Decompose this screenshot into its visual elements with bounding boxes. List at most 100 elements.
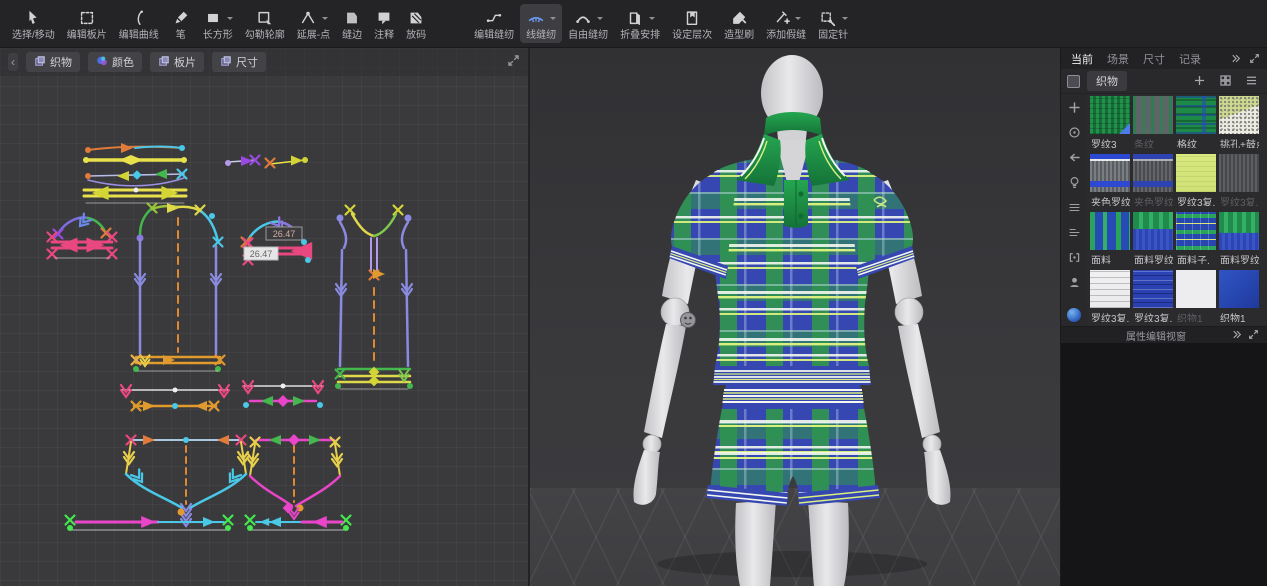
grading-icon [406,8,426,28]
tool-label: 编辑板片 [67,30,107,41]
chevron-down-icon [322,17,328,23]
tool-edit-sewing[interactable]: 编辑缝纫 [468,4,520,43]
tool-line-sewing[interactable]: 线缝纫 [520,4,562,43]
tool-fold-arrange[interactable]: 折叠安排 [614,4,666,43]
tool-grading[interactable]: 放码 [400,4,432,43]
pattern-piece-hem-bands[interactable] [66,516,351,532]
fold-arrange-icon [625,8,645,28]
pattern-piece-small-bands[interactable] [225,156,308,168]
tool-fixed-pin[interactable]: 固定针 [812,4,854,43]
tab-right-size[interactable]: 尺寸 [1137,49,1171,69]
tool-add-basting[interactable]: 添加假缝 [760,4,812,43]
fabric-swatch[interactable] [1090,96,1130,134]
pattern-piece-shorts-back[interactable] [248,434,342,519]
pattern-piece-sleeve-right[interactable]: 26.47 26.47 [242,217,313,264]
list-view-button[interactable] [1242,74,1261,88]
fabric-swatch[interactable] [1219,96,1259,134]
tool-edit-pattern[interactable]: 编辑板片 [61,4,113,43]
fabric-swatch[interactable] [1090,270,1130,308]
fabric-swatch[interactable] [1219,270,1259,308]
panel-tool-bulb-icon[interactable] [1066,175,1082,191]
tool-edit-curve[interactable]: 编辑曲线 [113,4,165,43]
fabric-tool-strip [1061,94,1087,326]
style-brush-icon [729,8,749,28]
tool-trace-outline[interactable]: 勾勒轮廓 [239,4,291,43]
fabric-swatch[interactable] [1133,212,1173,250]
panel-tool-target-icon[interactable] [1066,125,1082,141]
panel-tool-plus-icon[interactable] [1066,100,1082,116]
panel-tool-needle-icon[interactable] [1066,150,1082,166]
fabric-swatch[interactable] [1219,212,1259,250]
fabric-swatch-cell: 织物1 [1219,270,1259,326]
fabric-swatch-label: 夹色罗纹 [1091,194,1130,206]
tab-2d-pattern[interactable]: 板片 [150,52,204,72]
pattern-workspace[interactable]: 26.47 26.47 [0,76,528,585]
collapse-panel-button[interactable]: ‹ [8,53,18,71]
pattern-piece-waistbands[interactable] [121,381,323,411]
tool-set-layer[interactable]: 设定层次 [666,4,718,43]
tool-label: 折叠安排 [620,30,660,41]
viewport-3d[interactable] [530,48,1060,586]
add-fabric-button[interactable] [1190,74,1209,88]
tab-right-record[interactable]: 记录 [1173,49,1207,69]
fabric-swatch-label: 挑孔+鼓点 [1220,136,1259,148]
chevrons-right-icon[interactable] [1227,52,1244,66]
line-sewing-icon [526,8,546,28]
panel-tool-person-icon[interactable] [1066,275,1082,291]
pen-icon [171,8,191,28]
fabric-swatch[interactable] [1133,154,1173,192]
fabric-swatch[interactable] [1133,96,1173,134]
fabric-swatch-cell: 面料罗纹 [1133,212,1173,268]
fabric-swatch[interactable] [1090,154,1130,192]
fabric-swatch[interactable] [1133,270,1173,308]
panel-tool-rows2-icon[interactable] [1066,225,1082,241]
tool-label: 自由缝纫 [568,30,608,41]
expand-panel-icon[interactable] [1246,52,1263,66]
tool-seam-edge[interactable]: 缝边 [336,4,368,43]
tool-select-move[interactable]: 选择/移动 [6,4,61,43]
pattern-piece-bodice-front[interactable] [132,203,225,372]
tool-rectangle[interactable]: 长方形 [197,4,239,43]
fabric-section-title[interactable]: 织物 [1087,71,1127,91]
pattern-piece-sleeve-left[interactable] [48,214,117,259]
fabric-swatch[interactable] [1176,212,1216,250]
pattern-piece-collar-bands[interactable] [83,143,187,203]
palette-icon [96,55,108,70]
property-editor-bar[interactable]: 属性编辑视窗 [1061,326,1267,343]
fabric-swatch[interactable] [1176,270,1216,308]
fabric-swatch[interactable] [1176,154,1216,192]
tool-free-sewing[interactable]: 自由缝纫 [562,4,614,43]
tab-right-scene[interactable]: 场景 [1101,49,1135,69]
avatar-scene[interactable] [530,48,1057,586]
tab-2d-color[interactable]: 颜色 [88,52,142,72]
fabric-section-icon [1067,75,1080,88]
tool-annotation[interactable]: 注释 [368,4,400,43]
garment[interactable] [669,112,915,506]
set-layer-icon [682,8,702,28]
panel-tool-rows-icon[interactable] [1066,200,1082,216]
chevrons-right-icon[interactable] [1228,328,1245,342]
tab-2d-size[interactable]: 尺寸 [212,52,266,72]
fabric-swatch-cell: 夹色罗纹 [1090,154,1130,210]
tool-extend-point[interactable]: 延展-点 [291,4,336,43]
pattern-piece-bodice-back[interactable] [335,206,413,390]
grid-view-button[interactable] [1216,74,1235,88]
expand-panel-icon[interactable] [1245,328,1262,342]
fabric-swatch-label: 条纹 [1134,136,1173,148]
pattern-piece-shorts-front[interactable] [124,435,248,526]
tool-label: 笔 [176,30,186,41]
arrangement-point-marker[interactable] [681,313,696,328]
expand-panel-icon[interactable] [507,54,520,70]
tab-2d-fabric[interactable]: 织物 [26,52,80,72]
panel-tool-bracket-icon[interactable] [1066,250,1082,266]
3d-sphere-icon[interactable] [1067,308,1081,322]
fabric-swatch[interactable] [1176,96,1216,134]
tab-right-current[interactable]: 当前 [1065,49,1099,69]
fabric-swatch[interactable] [1090,212,1130,250]
fabric-swatch[interactable] [1219,154,1259,192]
fabric-swatch-label: 面料 [1091,252,1130,264]
tool-style-brush[interactable]: 造型刷 [718,4,760,43]
fabric-swatch-label: 面料罗纹... [1220,252,1259,264]
property-editor-label: 属性编辑视窗 [1066,328,1228,343]
tool-pen[interactable]: 笔 [165,4,197,43]
